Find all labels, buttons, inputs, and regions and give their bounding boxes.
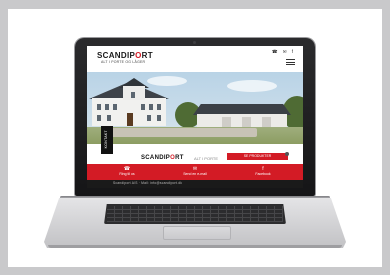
site-logo[interactable]: SCANDIPORT <box>97 51 153 60</box>
laptop-screen: SCANDIPORT ALT I PORTE OG LÅGER ☎ ✉ f KO… <box>87 46 303 188</box>
nav-facebook-label: Facebook <box>255 172 271 176</box>
footer-strip: Scandiport A/S · Mail: info@scandiport.d… <box>87 180 303 188</box>
footer-text: Scandiport A/S · Mail: info@scandiport.d… <box>113 181 183 185</box>
trackpad <box>163 226 231 240</box>
hero-photo <box>87 72 303 144</box>
nav-facebook[interactable]: f Facebook <box>243 166 283 177</box>
cta-button[interactable]: SE PRODUKTER <box>227 153 288 160</box>
cta-label: SE PRODUKTER <box>243 154 272 158</box>
site-tagline: ALT I PORTE OG LÅGER <box>101 60 146 64</box>
nav-call-label: Ring til os <box>119 172 135 176</box>
brand-tagline: ALT I PORTE <box>194 156 219 161</box>
laptop-lid: SCANDIPORT ALT I PORTE OG LÅGER ☎ ✉ f KO… <box>75 38 315 196</box>
brand-logo: SCANDIPORT <box>141 155 184 161</box>
logo-text: SCANDIP <box>97 51 136 60</box>
contact-nav-bar: ☎ Ring til os ✉ Send en e-mail f Faceboo… <box>87 164 303 180</box>
logo-text-end: RT <box>141 51 153 60</box>
laptop-front-edge <box>48 245 342 248</box>
side-tab-label: KONTAKT <box>104 130 108 149</box>
close-icon[interactable] <box>285 152 289 156</box>
hamburger-menu-icon[interactable] <box>286 59 295 65</box>
nav-email-label: Send en e-mail <box>183 172 207 176</box>
site-header: SCANDIPORT ALT I PORTE OG LÅGER ☎ ✉ f <box>87 46 303 68</box>
nav-call[interactable]: ☎ Ring til os <box>107 166 147 177</box>
header-contact-icons[interactable]: ☎ ✉ f <box>272 49 295 55</box>
keyboard <box>104 204 286 224</box>
webcam <box>193 41 196 44</box>
nav-email[interactable]: ✉ Send en e-mail <box>175 166 215 177</box>
